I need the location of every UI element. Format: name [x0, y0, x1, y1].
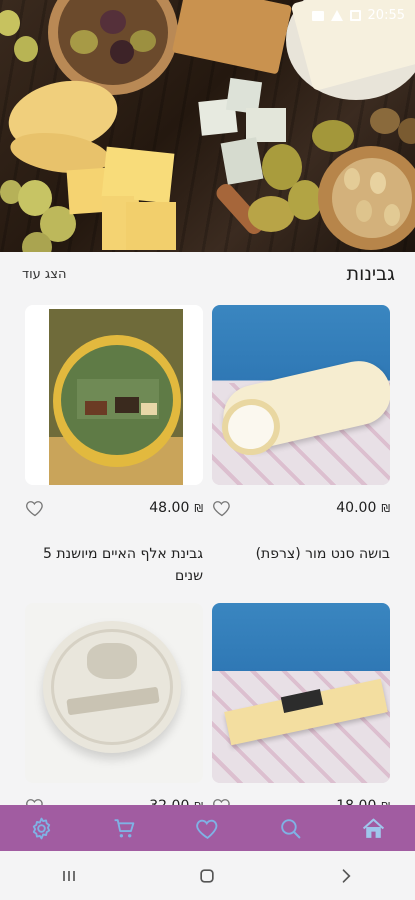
- recents-icon: [63, 870, 75, 881]
- cart-icon: [114, 818, 135, 837]
- status-time: 20:55: [367, 8, 405, 23]
- back-button[interactable]: [326, 861, 366, 891]
- bottom-navigation: [0, 805, 415, 851]
- currency-symbol: ₪: [194, 501, 203, 515]
- product-name[interactable]: בושה סנט מור (צרפת): [212, 543, 390, 565]
- search-icon: [281, 818, 301, 838]
- home-button[interactable]: [354, 808, 394, 848]
- hero-banner-image: 20:55: [0, 0, 415, 252]
- favorite-heart-icon[interactable]: [212, 498, 232, 518]
- home-circle-button[interactable]: [187, 861, 227, 891]
- section-header: הצג עוד גבינות: [0, 252, 415, 296]
- home-circle-icon: [200, 868, 215, 883]
- media-icon: [311, 10, 324, 21]
- product-price: 40.00 ₪: [336, 500, 390, 516]
- currency-symbol: ₪: [381, 501, 390, 515]
- product-card[interactable]: 32.00 ₪: [25, 603, 203, 815]
- price-value: 48.00: [149, 500, 190, 516]
- warning-icon: [330, 10, 343, 21]
- show-more-link[interactable]: הצג עוד: [22, 267, 66, 282]
- bulgari-sheep-cheese-image[interactable]: [25, 603, 203, 783]
- image-icon: [349, 10, 361, 21]
- status-bar: 20:55: [311, 8, 405, 23]
- system-navigation: [0, 851, 415, 900]
- aged-wheel-cheese-image[interactable]: [25, 305, 203, 485]
- back-icon: [342, 868, 351, 883]
- goat-cheese-log-image[interactable]: [212, 305, 390, 485]
- settings-icon: [32, 817, 51, 839]
- settings-button[interactable]: [22, 808, 62, 848]
- product-price: 48.00 ₪: [149, 500, 203, 516]
- favorite-heart-icon[interactable]: [25, 498, 45, 518]
- product-name[interactable]: גבינת אלף האיים מיושנת 5 שנים: [25, 543, 203, 587]
- heart-icon: [196, 819, 218, 839]
- home-icon: [362, 818, 385, 838]
- product-card[interactable]: 48.00 ₪ גבינת אלף האיים מיושנת 5 שנים: [25, 305, 203, 584]
- search-button[interactable]: [271, 808, 311, 848]
- favorites-button[interactable]: [188, 808, 228, 848]
- recents-button[interactable]: [49, 861, 89, 891]
- price-value: 40.00: [336, 500, 377, 516]
- product-card[interactable]: 40.00 ₪ בושה סנט מור (צרפת): [212, 305, 390, 562]
- section-title: גבינות: [346, 263, 395, 285]
- product-card[interactable]: 18.00 ₪: [212, 603, 390, 815]
- cart-button[interactable]: [105, 808, 145, 848]
- cheese-wedge-image[interactable]: [212, 603, 390, 783]
